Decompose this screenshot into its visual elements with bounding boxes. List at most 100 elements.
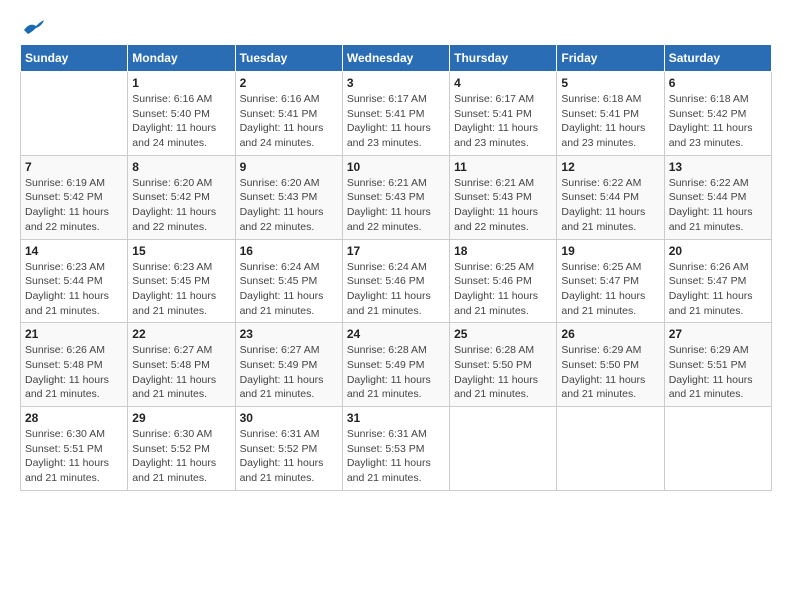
logo [20,20,44,34]
day-info: Sunrise: 6:30 AM Sunset: 5:52 PM Dayligh… [132,427,230,486]
day-number: 17 [347,244,445,258]
calendar-cell: 27Sunrise: 6:29 AM Sunset: 5:51 PM Dayli… [664,323,771,407]
day-info: Sunrise: 6:29 AM Sunset: 5:51 PM Dayligh… [669,343,767,402]
calendar-cell: 5 Sunrise: 6:18 AM Sunset: 5:41 PM Daylig… [557,72,664,156]
header-saturday: Saturday [664,45,771,72]
day-info: Sunrise: 6:26 AM Sunset: 5:47 PM Dayligh… [669,260,767,319]
day-number: 13 [669,160,767,174]
day-number: 10 [347,160,445,174]
calendar-cell: 3 Sunrise: 6:17 AM Sunset: 5:41 PM Daylig… [342,72,449,156]
day-number: 12 [561,160,659,174]
day-number: 3 [347,76,445,90]
day-number: 15 [132,244,230,258]
day-info: Sunrise: 6:22 AM Sunset: 5:44 PM Dayligh… [561,176,659,235]
day-info: Sunrise: 6:21 AM Sunset: 5:43 PM Dayligh… [347,176,445,235]
calendar-week-row: 28 Sunrise: 6:30 AM Sunset: 5:51 PM Dayli… [21,407,772,491]
day-info: Sunrise: 6:18 AM Sunset: 5:41 PM Dayligh… [561,92,659,151]
header-thursday: Thursday [450,45,557,72]
day-number: 6 [669,76,767,90]
calendar-cell: 11 Sunrise: 6:21 AM Sunset: 5:43 PM Dayli… [450,155,557,239]
day-info: Sunrise: 6:22 AM Sunset: 5:44 PM Dayligh… [669,176,767,235]
day-number: 28 [25,411,123,425]
day-info: Sunrise: 6:24 AM Sunset: 5:46 PM Dayligh… [347,260,445,319]
calendar-cell: 1 Sunrise: 6:16 AM Sunset: 5:40 PM Daylig… [128,72,235,156]
day-info: Sunrise: 6:16 AM Sunset: 5:41 PM Dayligh… [240,92,338,151]
day-info: Sunrise: 6:28 AM Sunset: 5:49 PM Dayligh… [347,343,445,402]
calendar-cell: 2 Sunrise: 6:16 AM Sunset: 5:41 PM Daylig… [235,72,342,156]
day-number: 25 [454,327,552,341]
day-info: Sunrise: 6:31 AM Sunset: 5:53 PM Dayligh… [347,427,445,486]
day-number: 18 [454,244,552,258]
day-number: 5 [561,76,659,90]
calendar-cell: 7Sunrise: 6:19 AM Sunset: 5:42 PM Daylig… [21,155,128,239]
day-number: 31 [347,411,445,425]
day-info: Sunrise: 6:30 AM Sunset: 5:51 PM Dayligh… [25,427,123,486]
calendar-cell: 28 Sunrise: 6:30 AM Sunset: 5:51 PM Dayli… [21,407,128,491]
calendar-cell [557,407,664,491]
day-info: Sunrise: 6:21 AM Sunset: 5:43 PM Dayligh… [454,176,552,235]
calendar-cell: 20 Sunrise: 6:26 AM Sunset: 5:47 PM Dayli… [664,239,771,323]
header-tuesday: Tuesday [235,45,342,72]
day-number: 9 [240,160,338,174]
calendar-cell [664,407,771,491]
day-number: 14 [25,244,123,258]
day-info: Sunrise: 6:31 AM Sunset: 5:52 PM Dayligh… [240,427,338,486]
calendar-cell: 26Sunrise: 6:29 AM Sunset: 5:50 PM Dayli… [557,323,664,407]
day-info: Sunrise: 6:19 AM Sunset: 5:42 PM Dayligh… [25,176,123,235]
calendar-cell: 10 Sunrise: 6:21 AM Sunset: 5:43 PM Dayli… [342,155,449,239]
calendar-table: SundayMondayTuesdayWednesdayThursdayFrid… [20,44,772,491]
day-info: Sunrise: 6:23 AM Sunset: 5:45 PM Dayligh… [132,260,230,319]
calendar-cell: 4 Sunrise: 6:17 AM Sunset: 5:41 PM Daylig… [450,72,557,156]
calendar-cell: 21Sunrise: 6:26 AM Sunset: 5:48 PM Dayli… [21,323,128,407]
day-info: Sunrise: 6:23 AM Sunset: 5:44 PM Dayligh… [25,260,123,319]
header-sunday: Sunday [21,45,128,72]
calendar-week-row: 21Sunrise: 6:26 AM Sunset: 5:48 PM Dayli… [21,323,772,407]
day-number: 8 [132,160,230,174]
day-info: Sunrise: 6:27 AM Sunset: 5:49 PM Dayligh… [240,343,338,402]
day-number: 2 [240,76,338,90]
calendar-cell: 23Sunrise: 6:27 AM Sunset: 5:49 PM Dayli… [235,323,342,407]
calendar-cell: 18 Sunrise: 6:25 AM Sunset: 5:46 PM Dayli… [450,239,557,323]
day-info: Sunrise: 6:29 AM Sunset: 5:50 PM Dayligh… [561,343,659,402]
calendar-cell [21,72,128,156]
calendar-cell: 22Sunrise: 6:27 AM Sunset: 5:48 PM Dayli… [128,323,235,407]
day-number: 19 [561,244,659,258]
day-number: 22 [132,327,230,341]
calendar-cell: 29 Sunrise: 6:30 AM Sunset: 5:52 PM Dayli… [128,407,235,491]
day-number: 20 [669,244,767,258]
calendar-header-row: SundayMondayTuesdayWednesdayThursdayFrid… [21,45,772,72]
day-info: Sunrise: 6:28 AM Sunset: 5:50 PM Dayligh… [454,343,552,402]
logo-bird-icon [22,20,44,36]
day-number: 1 [132,76,230,90]
day-info: Sunrise: 6:18 AM Sunset: 5:42 PM Dayligh… [669,92,767,151]
day-number: 16 [240,244,338,258]
day-info: Sunrise: 6:17 AM Sunset: 5:41 PM Dayligh… [347,92,445,151]
day-info: Sunrise: 6:25 AM Sunset: 5:47 PM Dayligh… [561,260,659,319]
calendar-cell: 15 Sunrise: 6:23 AM Sunset: 5:45 PM Dayli… [128,239,235,323]
calendar-cell: 8 Sunrise: 6:20 AM Sunset: 5:42 PM Daylig… [128,155,235,239]
header-friday: Friday [557,45,664,72]
day-info: Sunrise: 6:26 AM Sunset: 5:48 PM Dayligh… [25,343,123,402]
calendar-cell: 25 Sunrise: 6:28 AM Sunset: 5:50 PM Dayli… [450,323,557,407]
header-wednesday: Wednesday [342,45,449,72]
day-number: 11 [454,160,552,174]
day-info: Sunrise: 6:16 AM Sunset: 5:40 PM Dayligh… [132,92,230,151]
day-number: 29 [132,411,230,425]
calendar-week-row: 14 Sunrise: 6:23 AM Sunset: 5:44 PM Dayli… [21,239,772,323]
calendar-cell: 6 Sunrise: 6:18 AM Sunset: 5:42 PM Daylig… [664,72,771,156]
calendar-week-row: 7Sunrise: 6:19 AM Sunset: 5:42 PM Daylig… [21,155,772,239]
day-info: Sunrise: 6:24 AM Sunset: 5:45 PM Dayligh… [240,260,338,319]
day-info: Sunrise: 6:17 AM Sunset: 5:41 PM Dayligh… [454,92,552,151]
day-info: Sunrise: 6:20 AM Sunset: 5:42 PM Dayligh… [132,176,230,235]
page-header [20,20,772,34]
calendar-cell: 30 Sunrise: 6:31 AM Sunset: 5:52 PM Dayli… [235,407,342,491]
day-number: 4 [454,76,552,90]
calendar-cell [450,407,557,491]
day-info: Sunrise: 6:25 AM Sunset: 5:46 PM Dayligh… [454,260,552,319]
header-monday: Monday [128,45,235,72]
calendar-week-row: 1 Sunrise: 6:16 AM Sunset: 5:40 PM Daylig… [21,72,772,156]
calendar-cell: 14 Sunrise: 6:23 AM Sunset: 5:44 PM Dayli… [21,239,128,323]
day-number: 30 [240,411,338,425]
calendar-cell: 31 Sunrise: 6:31 AM Sunset: 5:53 PM Dayli… [342,407,449,491]
calendar-cell: 24Sunrise: 6:28 AM Sunset: 5:49 PM Dayli… [342,323,449,407]
